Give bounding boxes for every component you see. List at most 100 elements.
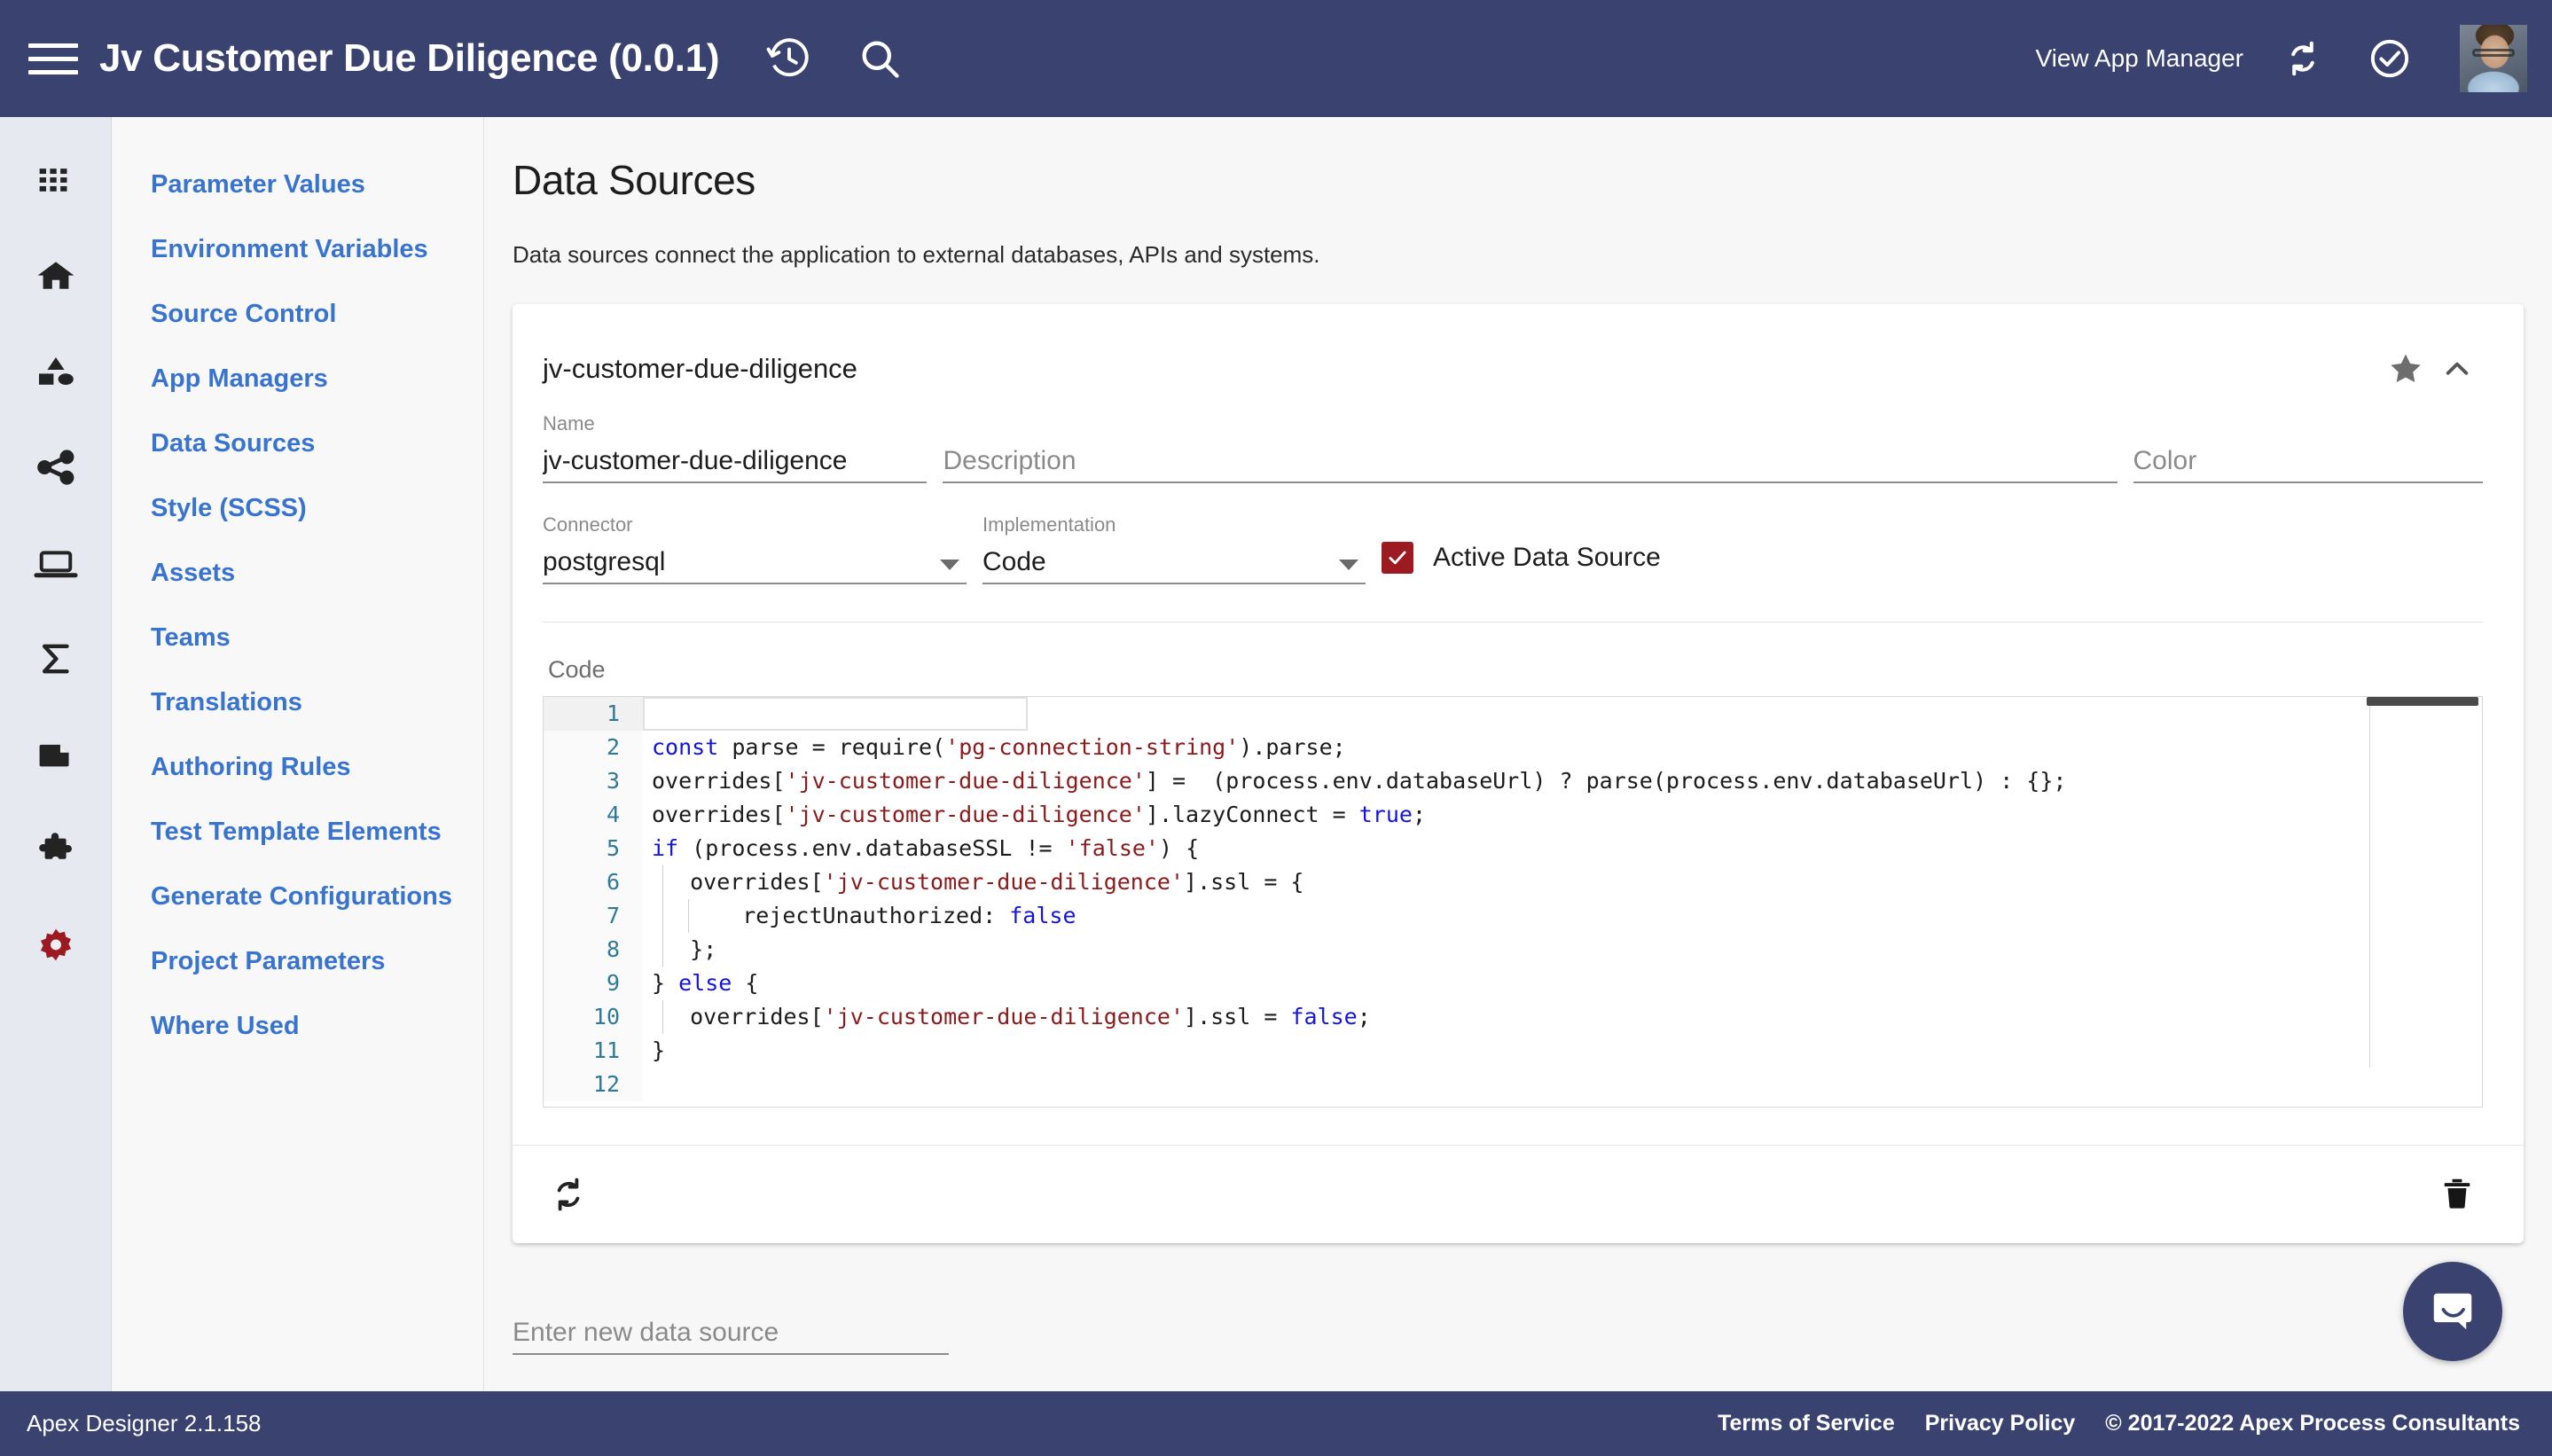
dropdown-caret-icon[interactable] [1339,560,1358,570]
editor-line[interactable]: 10 overrides['jv-customer-due-diligence'… [544,1000,2482,1034]
app-title: Jv Customer Due Diligence (0.0.1) [99,36,720,80]
document-page-icon[interactable] [27,725,85,784]
sidebar-item-test-template-elements[interactable]: Test Template Elements [112,800,483,865]
puzzle-piece-icon[interactable] [27,821,85,880]
editor-line-number: 2 [544,731,643,764]
trash-delete-icon[interactable] [2431,1169,2483,1220]
code-token: false [1290,1004,1358,1029]
editor-line-code[interactable]: overrides['jv-customer-due-diligence'] =… [643,764,2482,798]
active-data-source-row: Active Data Source [1382,542,1661,584]
editor-line-code[interactable]: } else { [643,967,2482,1000]
name-field[interactable]: Name jv-customer-due-diligence [543,412,928,483]
home-icon[interactable] [27,247,85,305]
editor-line-code[interactable]: } [643,1034,2482,1068]
editor-line[interactable]: 4 overrides['jv-customer-due-diligence'].… [544,798,2482,832]
sidebar-item-teams[interactable]: Teams [112,606,483,670]
sidebar-item-authoring-rules[interactable]: Authoring Rules [112,735,483,800]
code-editor[interactable]: 1 2 const parse = require('pg-connection-s… [543,696,2483,1108]
description-input[interactable]: Description [943,439,2118,483]
settings-gear-icon[interactable] [27,917,85,975]
search-icon[interactable] [852,31,907,86]
editor-line[interactable]: 7 rejectUnauthorized: false [544,899,2482,933]
code-token: const [652,734,719,760]
sidebar-item-assets[interactable]: Assets [112,541,483,606]
sigma-sum-icon[interactable] [27,630,85,688]
sidebar-item-generate-configurations[interactable]: Generate Configurations [112,865,483,929]
chat-bubble-icon[interactable] [2403,1262,2502,1361]
editor-line-code[interactable]: overrides['jv-customer-due-diligence'].s… [643,865,2482,899]
apps-grid-icon[interactable] [27,151,85,209]
star-filled-icon[interactable] [2380,343,2431,395]
shapes-category-icon[interactable] [27,342,85,401]
editor-line[interactable]: 1 [544,697,2482,731]
editor-line[interactable]: 5 if (process.env.databaseSSL != 'false')… [544,832,2482,865]
editor-line-code[interactable]: overrides['jv-customer-due-diligence'].s… [643,1000,2482,1034]
editor-line[interactable]: 9} else { [544,967,2482,1000]
editor-line[interactable]: 3 overrides['jv-customer-due-diligence'] … [544,764,2482,798]
code-token: { [732,970,759,996]
sidebar-item-parameter-values[interactable]: Parameter Values [112,153,483,217]
editor-vertical-divider [2369,706,2370,1068]
data-source-card-title: jv-customer-due-diligence [543,353,857,384]
check-circle-icon[interactable] [2362,31,2417,86]
footer-link-terms-of-service[interactable]: Terms of Service [1718,1411,1895,1436]
editor-line-code[interactable]: if (process.env.databaseSSL != 'false') … [643,832,2482,865]
description-field[interactable]: Description [943,412,2118,483]
editor-line[interactable]: 11} [544,1034,2482,1068]
new-data-source-field[interactable]: Enter new data source [513,1284,949,1355]
chevron-up-icon[interactable] [2431,343,2483,395]
connector-select[interactable]: postgresql [543,540,967,584]
connector-field[interactable]: Connector postgresql [543,513,967,584]
sidebar-item-app-managers[interactable]: App Managers [112,347,483,411]
sidebar-item-where-used[interactable]: Where Used [112,994,483,1059]
editor-line-number: 7 [544,899,643,933]
code-token: ).parse; [1239,734,1346,760]
editor-line-code[interactable]: }; [643,933,2482,967]
dropdown-caret-icon[interactable] [940,560,959,570]
laptop-icon[interactable] [27,534,85,592]
active-data-source-checkbox[interactable] [1382,542,1413,574]
editor-line-number: 8 [544,933,643,967]
code-token: overrides[ [652,802,786,827]
code-label: Code [548,656,606,683]
editor-horizontal-scrollbar[interactable] [2367,697,2478,706]
editor-line-code[interactable]: rejectUnauthorized: false [643,899,2482,933]
code-token: overrides[ [663,1004,824,1029]
code-token: false [1009,903,1076,928]
editor-line-code[interactable] [643,697,1028,731]
color-input[interactable]: Color [2133,439,2483,483]
editor-line[interactable]: 2 const parse = require('pg-connection-st… [544,731,2482,764]
new-data-source-input[interactable]: Enter new data source [513,1311,949,1355]
editor-line[interactable]: 6 overrides['jv-customer-due-diligence']… [544,865,2482,899]
share-network-icon[interactable] [27,438,85,497]
editor-line-number: 3 [544,764,643,798]
color-field[interactable]: Color [2133,412,2483,483]
implementation-select[interactable]: Code [982,540,1366,584]
editor-line[interactable]: 12 [544,1068,2482,1101]
implementation-field[interactable]: Implementation Code [982,513,1366,584]
sync-refresh-icon[interactable] [2275,31,2330,86]
editor-line-number: 6 [544,865,643,899]
sidebar-item-data-sources[interactable]: Data Sources [112,411,483,476]
hamburger-menu-icon[interactable] [28,34,78,83]
footer-link-privacy-policy[interactable]: Privacy Policy [1925,1411,2076,1436]
sync-refresh-icon[interactable] [543,1169,594,1220]
editor-line-code[interactable]: overrides['jv-customer-due-diligence'].l… [643,798,2482,832]
avatar[interactable] [2460,25,2527,92]
history-clock-icon[interactable] [762,31,817,86]
code-token: 'false' [1065,835,1159,861]
code-token: 'jv-customer-due-diligence' [823,869,1185,895]
sidebar-item-style-scss[interactable]: Style (SCSS) [112,476,483,541]
name-input[interactable]: jv-customer-due-diligence [543,439,928,483]
editor-line-code[interactable]: const parse = require('pg-connection-str… [643,731,2482,764]
view-app-manager-link[interactable]: View App Manager [2035,44,2243,73]
editor-line-code[interactable] [643,1068,2482,1101]
sidebar-item-translations[interactable]: Translations [112,670,483,735]
sidebar-item-environment-variables[interactable]: Environment Variables [112,217,483,282]
editor-line[interactable]: 8 }; [544,933,2482,967]
active-data-source-label: Active Data Source [1433,543,1661,572]
sidebar-item-project-parameters[interactable]: Project Parameters [112,929,483,994]
code-token: ].ssl = { [1184,869,1304,895]
code-token: ].ssl = [1184,1004,1291,1029]
sidebar-item-source-control[interactable]: Source Control [112,282,483,347]
